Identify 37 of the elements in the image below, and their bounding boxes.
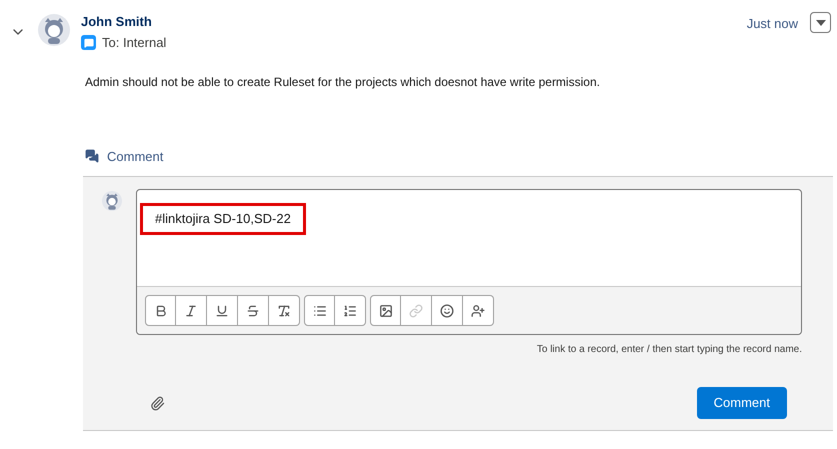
image-button[interactable] <box>370 295 401 326</box>
link-icon <box>409 304 423 318</box>
bullets-button[interactable] <box>304 295 335 326</box>
underline-icon <box>215 304 229 318</box>
chat-icon <box>81 35 96 50</box>
attach-button[interactable] <box>150 396 165 410</box>
numbers-icon <box>343 304 357 318</box>
clear-button[interactable] <box>269 295 300 326</box>
strikethrough-icon <box>246 304 260 318</box>
author-name[interactable]: John Smith <box>81 14 166 30</box>
paperclip-icon <box>150 396 165 410</box>
clear-icon <box>277 304 291 318</box>
comment-link[interactable]: Comment <box>85 146 164 166</box>
caret-icon <box>816 20 826 26</box>
italic-button[interactable] <box>176 295 207 326</box>
comment-submit-button[interactable]: Comment <box>696 387 787 419</box>
timestamp[interactable]: Just now <box>746 14 798 34</box>
italic-icon <box>184 304 198 318</box>
emoji-button[interactable] <box>432 295 463 326</box>
audience-label: To: Internal <box>102 34 166 52</box>
post-body: Admin should not be able to create Ruleset for the projects which doesnot have write permission. <box>85 74 601 90</box>
bold-button[interactable] <box>145 295 176 326</box>
image-icon <box>378 304 392 318</box>
strikethrough-button[interactable] <box>238 295 269 326</box>
bullets-icon <box>312 304 326 318</box>
comment-editor[interactable]: #linktojira SD-10,SD-22 <box>136 189 802 335</box>
emoji-icon <box>440 304 454 318</box>
chat-bubbles-icon <box>85 149 99 164</box>
mention-button[interactable] <box>463 295 494 326</box>
more-actions-button[interactable] <box>810 12 831 33</box>
avatar-icon <box>102 191 122 211</box>
avatar-icon <box>38 14 70 46</box>
numbers-button[interactable] <box>335 295 366 326</box>
underline-button[interactable] <box>207 295 238 326</box>
hint-text: To link to a record, enter / then start typing the record name. <box>536 343 802 357</box>
mention-icon <box>471 304 485 318</box>
highlighted-text: #linktojira SD-10,SD-22 <box>140 203 306 234</box>
